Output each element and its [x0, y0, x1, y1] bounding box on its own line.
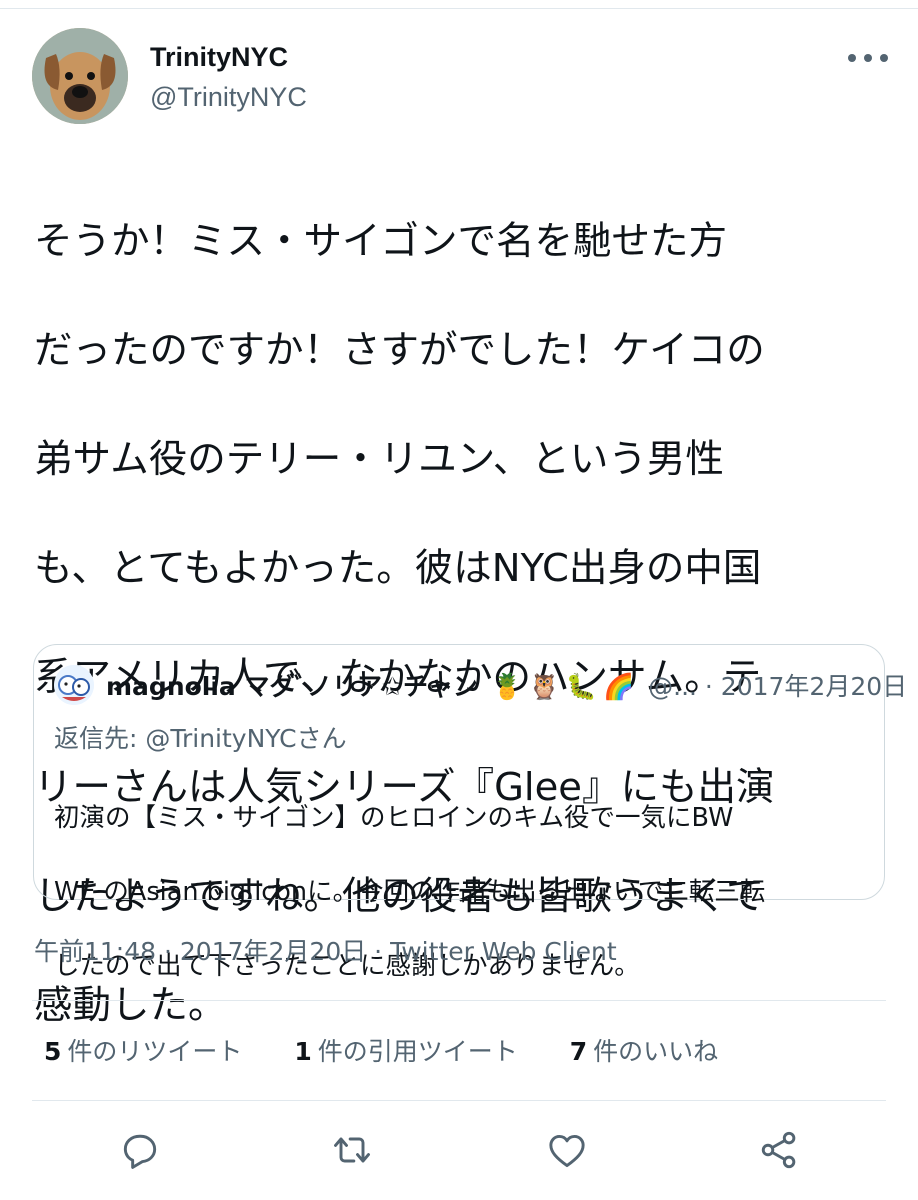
stats-top-divider — [32, 1000, 886, 1001]
retweet-icon[interactable] — [330, 1128, 374, 1172]
quoted-text-line: 初演の【ミス・サイゴン】のヒロインのキム役で一気にBW — [54, 803, 734, 833]
quoted-author-emoji: 🍍🦉🐛🌈 — [491, 672, 641, 701]
quoted-author-name: magnolia マグﾞノリア✩チャン — [106, 672, 478, 701]
action-bar — [0, 1128, 918, 1178]
like-count[interactable]: 7 件のいいね — [570, 1032, 718, 1068]
share-icon[interactable] — [757, 1128, 801, 1172]
tweet-text-line: だったのですか！さすがでした！ケイコの — [34, 327, 765, 373]
quote-count[interactable]: 1 件の引用ツイート — [294, 1032, 517, 1068]
more-options-icon[interactable] — [844, 46, 892, 70]
author-handle[interactable]: @TrinityNYC — [150, 82, 307, 113]
tweet-timestamp: 午前11:48 · 2017年2月20日 · Twitter Web Clien… — [34, 937, 617, 966]
heart-icon[interactable] — [545, 1128, 589, 1172]
quote-count-number: 1 — [294, 1037, 312, 1066]
quote-count-label: 件の引用ツイート — [317, 1037, 518, 1066]
retweet-count-number: 5 — [44, 1037, 62, 1066]
tweet-stats: 5 件のリツイート 1 件の引用ツイート 7 件のいいね — [44, 1032, 762, 1068]
dog-avatar-icon — [32, 28, 128, 124]
cartoon-avatar-icon — [54, 665, 94, 705]
retweet-count[interactable]: 5 件のリツイート — [44, 1032, 242, 1068]
quoted-handle-date: @... · 2017年2月20日 — [648, 672, 908, 701]
top-divider — [0, 8, 918, 9]
tweet-header: TrinityNYC @TrinityNYC — [32, 28, 892, 128]
quoted-author-avatar — [54, 665, 94, 705]
quoted-tweet-text: 初演の【ミス・サイゴン】のヒロインのキム役で一気にBW WE のAsian bi… — [54, 763, 869, 1022]
author-avatar[interactable] — [32, 28, 128, 124]
quoted-text-line: WE のAsian big iconに。今回の作品も出る出ないで二転三転 — [54, 877, 766, 907]
tweet-text-line: 弟サム役のテリー・リユン、という男性 — [34, 436, 724, 482]
tweet-text-line: も、とてもよかった。彼はNYC出身の中国 — [34, 546, 762, 592]
like-count-number: 7 — [569, 1037, 588, 1066]
tweet-text-line: そうか！ミス・サイゴンで名を馳せた方 — [34, 218, 728, 264]
reply-icon[interactable] — [118, 1128, 162, 1172]
retweet-count-label: 件のリツイート — [67, 1037, 243, 1066]
quoted-tweet[interactable]: magnolia マグﾞノリア✩チャン 🍍🦉🐛🌈 @... · 2017年2月2… — [33, 644, 907, 981]
quoted-tweet-header: magnolia マグﾞノリア✩チャン 🍍🦉🐛🌈 @... · 2017年2月2… — [106, 667, 907, 703]
author-display-name[interactable]: TrinityNYC — [150, 42, 288, 73]
like-count-label: 件のいいね — [593, 1037, 719, 1066]
stats-bottom-divider — [32, 1100, 886, 1101]
replying-to: 返信先: @TrinityNYCさん — [54, 724, 347, 753]
